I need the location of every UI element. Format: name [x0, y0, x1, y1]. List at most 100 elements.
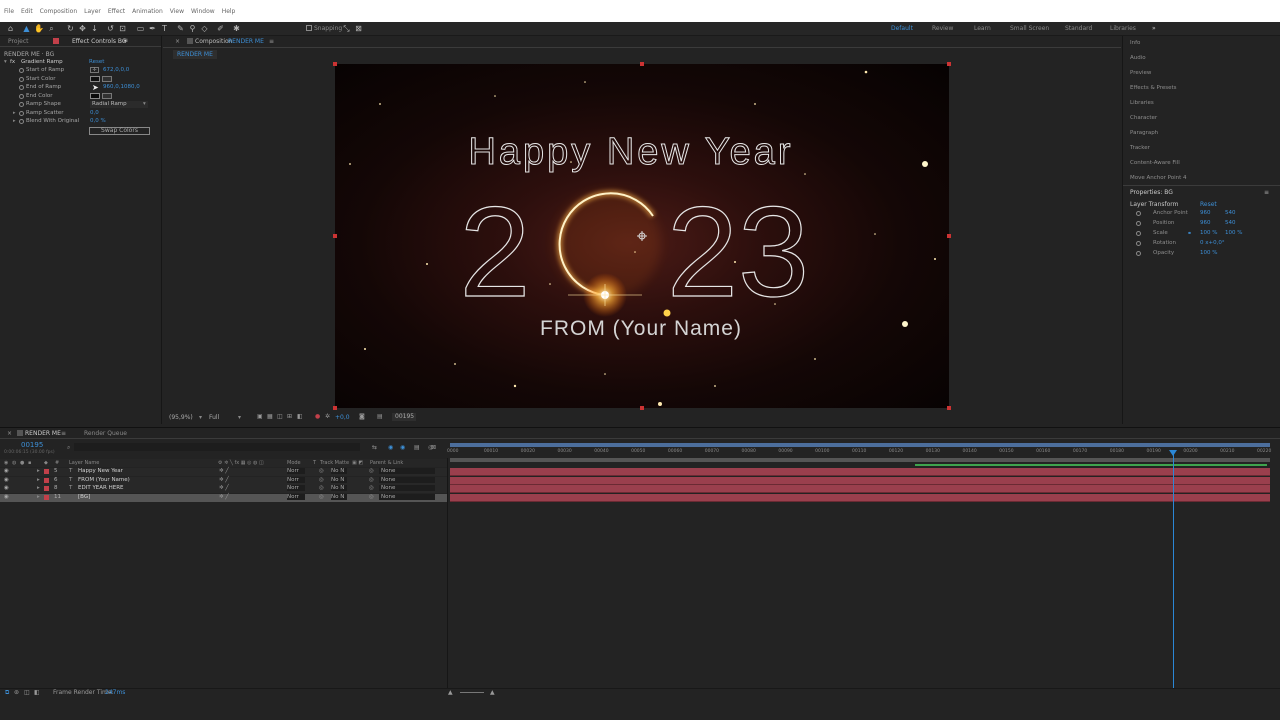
menu-item[interactable]: Composition: [40, 8, 77, 15]
expand-icon[interactable]: ▸: [37, 494, 40, 500]
workspace-small-screen[interactable]: Small Screen: [1010, 25, 1049, 32]
snapping-checkbox[interactable]: [306, 25, 312, 31]
fx-icon[interactable]: fx: [10, 59, 15, 65]
workspace-learn[interactable]: Learn: [974, 25, 991, 32]
stopwatch-icon[interactable]: [1136, 241, 1141, 246]
menu-item[interactable]: Edit: [21, 8, 33, 15]
tab-render-me[interactable]: RENDER ME: [25, 430, 61, 437]
eyedropper-icon[interactable]: [102, 76, 112, 82]
stopwatch-icon[interactable]: [1136, 211, 1141, 216]
constrain-proportions-icon[interactable]: ⚭: [1187, 230, 1192, 237]
home-icon[interactable]: ⌂: [6, 24, 15, 34]
orbit-tool-icon[interactable]: ↻: [66, 24, 75, 34]
rotate-tool-icon[interactable]: ↺: [106, 24, 115, 34]
stopwatch-icon[interactable]: [19, 94, 24, 99]
pick-whip-icon[interactable]: ◎: [369, 477, 374, 483]
resolution-dropdown[interactable]: Full: [209, 414, 219, 421]
layer-name[interactable]: EDIT YEAR HERE: [78, 485, 124, 491]
matte-source-icon[interactable]: ◎: [319, 477, 324, 483]
parent-dropdown[interactable]: None: [379, 468, 435, 474]
right-panel-item[interactable]: Character: [1130, 115, 1157, 121]
effect-header[interactable]: ▾ fx Gradient Ramp Reset: [0, 59, 160, 67]
track-matte-dropdown[interactable]: No N: [331, 476, 347, 483]
toggle-in-out-icon[interactable]: ◫: [24, 689, 30, 696]
menu-item[interactable]: Window: [191, 8, 215, 15]
selection-tool-icon[interactable]: ▲: [22, 24, 31, 34]
search-input[interactable]: [74, 443, 360, 451]
transparency-grid-icon[interactable]: ▦: [267, 413, 273, 420]
eraser-tool-icon[interactable]: ◇: [200, 24, 209, 34]
puppet-tool-icon[interactable]: ✱: [232, 24, 241, 34]
panel-menu-icon[interactable]: ≡: [269, 38, 274, 45]
hand-tool-icon[interactable]: ✋: [34, 24, 44, 34]
parent-dropdown[interactable]: None: [379, 476, 435, 483]
comp-name[interactable]: RENDER ME: [228, 38, 264, 45]
stopwatch-icon[interactable]: [1136, 221, 1141, 226]
workspace-standard[interactable]: Standard: [1065, 25, 1092, 32]
transform-prop-value[interactable]: 960: [1200, 220, 1211, 226]
transform-handle[interactable]: [333, 406, 337, 410]
stopwatch-icon[interactable]: [19, 102, 24, 107]
label-swatch[interactable]: [44, 494, 49, 500]
pick-whip-icon[interactable]: ◎: [369, 468, 374, 474]
pick-whip-icon[interactable]: ◎: [369, 494, 374, 500]
right-panel-item[interactable]: Content-Aware Fill: [1130, 160, 1180, 166]
current-frame-field[interactable]: 00195: [392, 413, 416, 421]
stopwatch-icon[interactable]: [19, 77, 24, 82]
transform-handle[interactable]: [947, 406, 951, 410]
layer-name[interactable]: FROM (Your Name): [78, 477, 130, 483]
zoom-in-icon[interactable]: ▲: [490, 689, 495, 696]
guides-icon[interactable]: ⊞: [287, 413, 292, 420]
transform-prop-value[interactable]: 540: [1225, 210, 1236, 216]
transform-prop-value[interactable]: 100 %: [1200, 250, 1217, 256]
stopwatch-icon[interactable]: [19, 85, 24, 90]
time-navigator[interactable]: [450, 458, 1270, 462]
stopwatch-icon[interactable]: [19, 68, 24, 73]
type-tool-icon[interactable]: T: [160, 24, 169, 34]
workspace-default[interactable]: Default: [891, 25, 913, 32]
snap-icon[interactable]: ⤡: [342, 24, 351, 34]
toggle-modes-icon[interactable]: ⊛: [14, 689, 19, 696]
right-panel-item[interactable]: Tracker: [1130, 145, 1150, 151]
transform-handle[interactable]: [640, 406, 644, 410]
parent-dropdown[interactable]: None: [379, 493, 435, 500]
table-row[interactable]: ◉ ▸ 5 T Happy New Year ✲ ╱ Norr ◎ No N ◎ None: [0, 468, 447, 476]
table-row[interactable]: ◉ ▸ 6 T FROM (Your Name) ✲ ╱ Norr ◎ No N ◎ None: [0, 476, 447, 485]
matte-source-icon[interactable]: ◎: [319, 468, 324, 474]
layer-switches[interactable]: ✲ ╱: [219, 477, 229, 483]
tab-render-queue[interactable]: Render Queue: [84, 430, 127, 437]
label-swatch[interactable]: [44, 477, 49, 483]
comp-flowchart-icon[interactable]: ⇆: [372, 444, 377, 451]
transform-prop-value[interactable]: 100 %: [1200, 230, 1217, 236]
transform-prop-value[interactable]: 960: [1200, 210, 1211, 216]
stopwatch-icon[interactable]: [1136, 251, 1141, 256]
end-of-ramp-value[interactable]: 960,0,1080,0: [103, 84, 140, 90]
render-time-icon[interactable]: ◧: [34, 689, 40, 696]
zoom-slider[interactable]: [460, 692, 484, 693]
stopwatch-icon[interactable]: [1136, 231, 1141, 236]
start-color-swatch[interactable]: [90, 76, 100, 82]
eye-icon[interactable]: ◉: [4, 477, 9, 483]
pen-tool-icon[interactable]: ✒: [148, 24, 157, 34]
draft-3d-icon[interactable]: ◉: [388, 444, 393, 451]
transform-handle[interactable]: [333, 62, 337, 66]
menu-item[interactable]: Layer: [84, 8, 101, 15]
menu-item[interactable]: File: [4, 8, 14, 15]
blend-value[interactable]: 0,0 %: [90, 118, 106, 124]
track-matte-dropdown[interactable]: No N: [331, 493, 347, 500]
right-panel-item[interactable]: Move Anchor Point 4: [1130, 175, 1187, 181]
track-matte-dropdown[interactable]: No N: [331, 485, 347, 492]
track-matte-dropdown[interactable]: No N: [331, 468, 347, 474]
ramp-shape-dropdown[interactable]: Radial Ramp: [90, 101, 148, 108]
zoom-out-icon[interactable]: ▲: [448, 689, 453, 696]
label-swatch[interactable]: [44, 486, 49, 492]
transform-handle[interactable]: [947, 62, 951, 66]
panel-menu-icon[interactable]: ≡: [61, 430, 66, 437]
panel-menu-icon[interactable]: ≡: [123, 37, 128, 44]
eye-icon[interactable]: ◉: [4, 468, 9, 474]
menu-item[interactable]: Help: [222, 8, 236, 15]
right-panel-item[interactable]: Paragraph: [1130, 130, 1158, 136]
layer-duration-bar[interactable]: [450, 476, 1270, 485]
shy-icon[interactable]: ◉: [400, 444, 405, 451]
matte-source-icon[interactable]: ◎: [319, 485, 324, 491]
